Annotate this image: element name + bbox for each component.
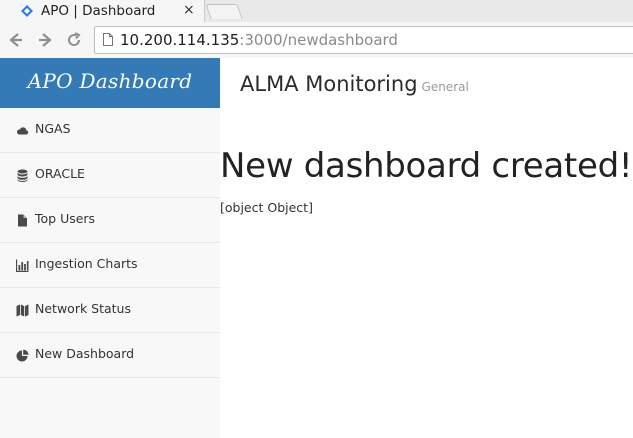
- bar-chart-icon: [16, 259, 29, 272]
- page-title-main: ALMA Monitoring: [240, 72, 418, 96]
- main-content: New dashboard created! [object Object]: [220, 108, 633, 438]
- forward-icon[interactable]: [35, 30, 55, 50]
- sidebar-item-network-status[interactable]: Network Status: [0, 288, 220, 333]
- file-icon: [18, 214, 27, 227]
- database-icon: [17, 169, 28, 182]
- sidebar-item-label: Network Status: [35, 301, 131, 316]
- brand-title: APO Dashboard: [27, 69, 193, 93]
- response-text: [object Object]: [220, 200, 313, 215]
- address-bar[interactable]: 10.200.114.135:3000/newdashboard: [94, 26, 633, 54]
- sidebar-item-label: NGAS: [35, 121, 71, 136]
- sidebar-item-new-dashboard[interactable]: New Dashboard: [0, 333, 220, 378]
- map-icon: [16, 304, 29, 317]
- page-title: ALMA Monitoring General: [240, 72, 469, 96]
- sidebar-item-oracle[interactable]: ORACLE: [0, 153, 220, 198]
- favicon-icon: [21, 5, 33, 17]
- new-tab-button[interactable]: [205, 4, 243, 19]
- sidebar-item-ngas[interactable]: NGAS: [0, 108, 220, 153]
- sidebar-menu: NGAS ORACLE Top Users Ingestion Charts N…: [0, 108, 220, 378]
- url-text: 10.200.114.135:3000/newdashboard: [120, 31, 398, 49]
- brand-header[interactable]: APO Dashboard: [0, 58, 220, 108]
- page-subtitle: General: [421, 80, 469, 94]
- tab-title: APO | Dashboard: [41, 3, 156, 19]
- page-header: ALMA Monitoring General: [220, 58, 633, 108]
- success-headline: New dashboard created!: [220, 146, 633, 186]
- pie-chart-icon: [16, 349, 29, 362]
- sidebar-item-label: ORACLE: [35, 166, 85, 181]
- sidebar-item-label: Ingestion Charts: [35, 256, 138, 271]
- page-icon: [103, 33, 113, 46]
- sidebar-item-label: Top Users: [35, 211, 96, 226]
- reload-icon[interactable]: [64, 30, 84, 50]
- tab-close-icon[interactable]: ×: [183, 2, 195, 18]
- sidebar: APO Dashboard NGAS ORACLE Top Users Inge…: [0, 58, 221, 438]
- cloud-icon: [16, 127, 29, 135]
- browser-toolbar: 10.200.114.135:3000/newdashboard: [0, 22, 633, 59]
- back-icon[interactable]: [6, 30, 26, 50]
- url-host: 10.200.114.135: [120, 31, 240, 49]
- browser-tab-strip: APO | Dashboard ×: [0, 0, 633, 22]
- sidebar-item-ingestion-charts[interactable]: Ingestion Charts: [0, 243, 220, 288]
- url-path: :3000/newdashboard: [239, 31, 398, 49]
- browser-tab[interactable]: APO | Dashboard ×: [0, 0, 205, 22]
- sidebar-item-top-users[interactable]: Top Users: [0, 198, 220, 243]
- sidebar-item-label: New Dashboard: [35, 346, 135, 361]
